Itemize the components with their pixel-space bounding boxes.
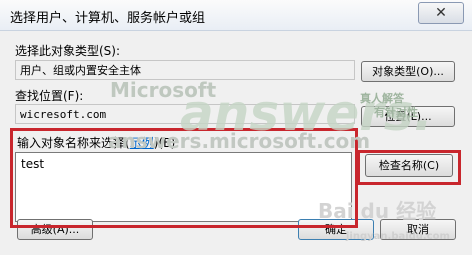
object-types-button[interactable]: 对象类型(O)... <box>361 61 455 82</box>
object-type-field: 用户、组或内置安全主体 <box>15 60 355 80</box>
close-icon: ✕ <box>435 5 447 21</box>
watermark-cn-1: 真人解答 <box>360 92 404 105</box>
object-type-label: 选择此对象类型(S): <box>15 44 121 58</box>
object-names-label-suffix: )(E): <box>153 136 180 150</box>
watermark-microsoft: Microsoft <box>110 78 217 102</box>
title-bar: 选择用户、计算机、服务帐户或组 ✕ <box>0 0 472 31</box>
select-users-dialog: 选择用户、计算机、服务帐户或组 ✕ 选择此对象类型(S): 用户、组或内置安全主… <box>0 0 472 255</box>
window-title: 选择用户、计算机、服务帐户或组 <box>10 11 206 26</box>
object-names-input[interactable]: test <box>15 152 352 222</box>
examples-link[interactable]: 示例 <box>130 136 154 150</box>
location-label: 查找位置(F): <box>15 89 84 103</box>
advanced-button[interactable]: 高级(A)... <box>17 219 93 240</box>
location-field: wicresoft.com <box>15 104 355 124</box>
object-names-label-prefix: 输入对象名称来选择( <box>17 136 130 150</box>
check-names-button[interactable]: 检查名称(C) <box>365 154 453 177</box>
cancel-button[interactable]: 取消 <box>380 219 456 240</box>
object-names-label: 输入对象名称来选择(示例)(E): <box>17 134 179 151</box>
locations-button[interactable]: 位置(L)... <box>361 106 455 127</box>
close-button[interactable]: ✕ <box>418 2 464 24</box>
ok-button[interactable]: 确定 <box>298 219 374 240</box>
